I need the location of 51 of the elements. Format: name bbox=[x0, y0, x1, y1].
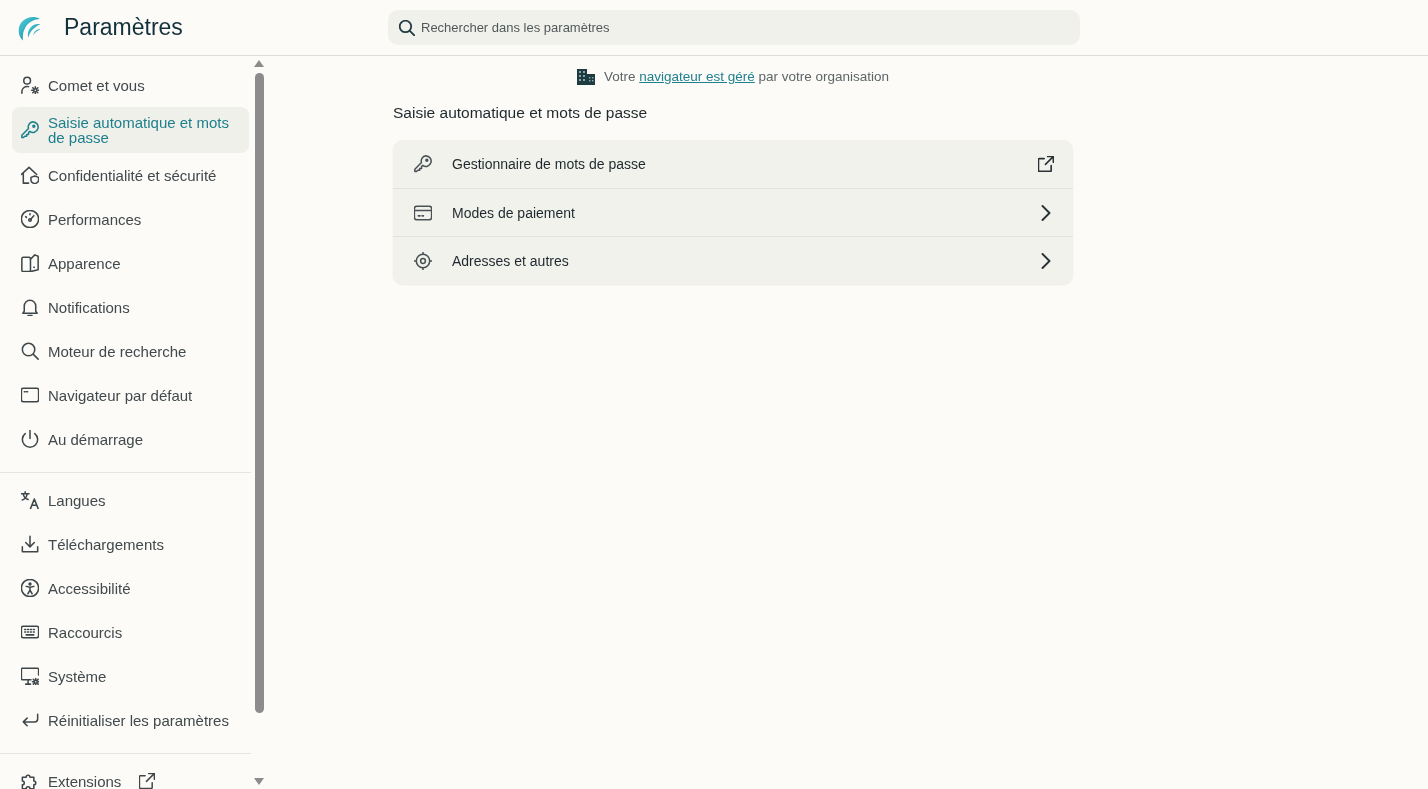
settings-row[interactable]: Modes de paiement bbox=[393, 188, 1073, 236]
browser-window-icon bbox=[21, 386, 39, 404]
sidebar-item[interactable]: Apparence bbox=[12, 241, 249, 285]
sidebar-item[interactable]: Raccourcis bbox=[12, 610, 249, 654]
scroll-up-icon[interactable] bbox=[254, 60, 264, 67]
credit-card-icon bbox=[414, 203, 432, 222]
puzzle-icon bbox=[21, 772, 39, 789]
return-arrow-icon bbox=[21, 711, 39, 729]
sidebar-item[interactable]: Saisie automatique et mots de passe bbox=[12, 107, 249, 153]
external-link-icon bbox=[139, 773, 156, 789]
managed-link[interactable]: navigateur est géré bbox=[639, 69, 755, 84]
sidebar-item[interactable]: Comet et vous bbox=[12, 63, 249, 107]
search-icon bbox=[21, 342, 39, 360]
settings-row[interactable]: Adresses et autres bbox=[393, 236, 1073, 284]
section-heading: Saisie automatique et mots de passe bbox=[393, 103, 649, 123]
bell-icon bbox=[21, 298, 39, 316]
target-icon bbox=[414, 251, 432, 270]
managed-notice: Votre navigateur est géré par votre organisation bbox=[603, 68, 890, 86]
sidebar-item[interactable]: Navigateur par défaut bbox=[12, 373, 249, 417]
scrollbar-thumb[interactable] bbox=[254, 73, 264, 713]
sidebar-item[interactable]: Système bbox=[12, 654, 249, 698]
power-icon bbox=[21, 430, 39, 448]
gauge-icon bbox=[21, 210, 39, 228]
scroll-down-icon[interactable] bbox=[254, 778, 264, 785]
sidebar-item[interactable]: Au démarrage bbox=[12, 417, 249, 461]
search-field[interactable]: Rechercher dans les paramètres bbox=[388, 10, 1080, 45]
key-icon bbox=[21, 121, 39, 139]
sidebar-item[interactable]: Performances bbox=[12, 197, 249, 241]
settings-row[interactable]: Gestionnaire de mots de passe bbox=[393, 140, 1073, 188]
external-link-icon bbox=[1038, 156, 1054, 172]
building-icon bbox=[576, 69, 595, 85]
layout-icon bbox=[21, 254, 39, 272]
translate-icon bbox=[21, 491, 39, 509]
sidebar-item[interactable]: Extensions bbox=[12, 759, 249, 789]
sidebar-item[interactable]: Téléchargements bbox=[12, 522, 249, 566]
sidebar-item[interactable]: Confidentialité et sécurité bbox=[12, 153, 249, 197]
keyboard-icon bbox=[21, 623, 39, 641]
sidebar-item[interactable]: Accessibilité bbox=[12, 566, 249, 610]
monitor-gear-icon bbox=[21, 667, 39, 685]
download-icon bbox=[21, 535, 39, 553]
key-icon bbox=[414, 155, 432, 173]
sidebar-item[interactable]: Notifications bbox=[12, 285, 249, 329]
user-gear-icon bbox=[21, 76, 39, 94]
sidebar-item[interactable]: Langues bbox=[12, 478, 249, 522]
page-title: Paramètres bbox=[64, 14, 183, 41]
search-icon bbox=[399, 20, 415, 36]
sidebar-item[interactable]: Réinitialiser les paramètres bbox=[12, 698, 249, 742]
house-shield-icon bbox=[21, 166, 39, 184]
sidebar-item[interactable]: Moteur de recherche bbox=[12, 329, 249, 373]
accessibility-icon bbox=[21, 579, 39, 597]
logo-icon bbox=[17, 14, 41, 41]
